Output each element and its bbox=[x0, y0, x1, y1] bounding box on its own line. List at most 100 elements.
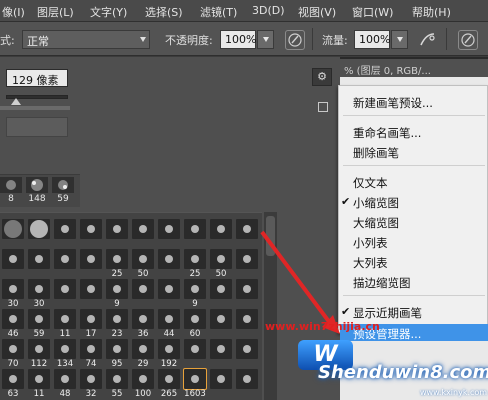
menu-item-text-only[interactable]: 仅文本 bbox=[353, 175, 388, 191]
menu-item-large-list[interactable]: 大列表 bbox=[353, 255, 388, 271]
brush-preset-thumb[interactable] bbox=[28, 249, 50, 269]
brush-preset-thumb[interactable] bbox=[54, 309, 76, 329]
brush-preset-thumb[interactable] bbox=[80, 309, 102, 329]
brush-preset-thumb[interactable] bbox=[236, 249, 258, 269]
menu-help[interactable]: 帮助(H) bbox=[412, 4, 451, 20]
brush-tip-icon bbox=[191, 225, 199, 233]
brush-preset-thumb[interactable] bbox=[2, 309, 24, 329]
menu-item-show-recent-brushes[interactable]: 显示近期画笔 bbox=[353, 305, 422, 321]
brush-preset-thumb[interactable] bbox=[184, 249, 206, 269]
brush-preset-thumb[interactable] bbox=[184, 279, 206, 299]
brush-preset-thumb[interactable] bbox=[2, 279, 24, 299]
hardness-field[interactable] bbox=[6, 117, 68, 137]
brush-preset-thumb[interactable] bbox=[210, 309, 232, 329]
brush-preset-thumb[interactable] bbox=[106, 249, 128, 269]
menu-item-rename-brush[interactable]: 重命名画笔... bbox=[353, 125, 421, 141]
brush-preset-thumb[interactable] bbox=[80, 339, 102, 359]
brush-preset-thumb[interactable] bbox=[158, 249, 180, 269]
brush-preset-thumb[interactable] bbox=[236, 279, 258, 299]
menu-item-large-thumbnail[interactable]: 大缩览图 bbox=[353, 215, 399, 231]
menu-window[interactable]: 窗口(W) bbox=[352, 4, 393, 20]
brush-preset-thumb[interactable] bbox=[54, 219, 76, 239]
flow-dropdown-button[interactable] bbox=[391, 30, 408, 49]
brush-preset-thumb[interactable] bbox=[132, 309, 154, 329]
brush-preset-thumb[interactable] bbox=[132, 279, 154, 299]
brush-preset-thumb[interactable] bbox=[132, 219, 154, 239]
brush-preset-thumb[interactable] bbox=[2, 339, 24, 359]
airbrush-icon[interactable] bbox=[418, 30, 438, 50]
brush-size-field[interactable]: 129 像素 bbox=[6, 69, 68, 87]
brush-preset-thumb[interactable] bbox=[28, 339, 50, 359]
brush-preset-thumb[interactable] bbox=[80, 219, 102, 239]
brush-preset-thumb[interactable] bbox=[106, 339, 128, 359]
brush-preset-thumb[interactable] bbox=[236, 309, 258, 329]
brush-preset-thumb[interactable] bbox=[80, 279, 102, 299]
menu-filter[interactable]: 滤镜(T) bbox=[200, 4, 237, 20]
brush-preset-thumb[interactable] bbox=[2, 369, 24, 389]
menu-type[interactable]: 文字(Y) bbox=[90, 4, 127, 20]
flow-field[interactable]: 100% bbox=[354, 30, 390, 49]
recent-brush-thumb[interactable] bbox=[52, 177, 74, 193]
opacity-field[interactable]: 100% bbox=[220, 30, 256, 49]
brush-preset-thumb[interactable] bbox=[28, 369, 50, 389]
recent-brush-thumb[interactable] bbox=[26, 177, 48, 193]
brush-preset-thumb[interactable] bbox=[80, 249, 102, 269]
brush-preset-thumb[interactable] bbox=[2, 249, 24, 269]
brush-tip-icon bbox=[217, 285, 225, 293]
brush-preset-thumb[interactable] bbox=[158, 369, 180, 389]
brush-preset-thumb[interactable] bbox=[184, 219, 206, 239]
brush-preset-thumb[interactable] bbox=[158, 309, 180, 329]
menu-image[interactable]: 像(I) bbox=[2, 4, 25, 20]
brush-preset-thumb[interactable] bbox=[106, 369, 128, 389]
brush-preset-thumb[interactable] bbox=[210, 339, 232, 359]
brush-preset-thumb[interactable] bbox=[132, 369, 154, 389]
brush-preset-thumb[interactable] bbox=[80, 369, 102, 389]
brush-preset-thumb[interactable] bbox=[54, 249, 76, 269]
brush-preset-thumb[interactable] bbox=[184, 309, 206, 329]
brush-preset-thumb[interactable] bbox=[210, 219, 232, 239]
menu-item-small-list[interactable]: 小列表 bbox=[353, 235, 388, 251]
menu-item-delete-brush[interactable]: 删除画笔 bbox=[353, 145, 399, 161]
menu-3d[interactable]: 3D(D) bbox=[252, 4, 285, 17]
brush-preset-thumb[interactable] bbox=[2, 219, 24, 239]
brush-preset-thumb[interactable] bbox=[54, 279, 76, 299]
size-slider-thumb[interactable] bbox=[11, 98, 21, 105]
brush-grid-scrollbar[interactable] bbox=[264, 212, 277, 400]
brush-preset-thumb[interactable] bbox=[236, 219, 258, 239]
menu-view[interactable]: 视图(V) bbox=[298, 4, 336, 20]
brush-preset-thumb[interactable] bbox=[106, 219, 128, 239]
brush-preset-thumb[interactable] bbox=[183, 368, 207, 390]
menu-item-stroke-thumbnail[interactable]: 描边缩览图 bbox=[353, 275, 411, 291]
brush-preset-thumb[interactable] bbox=[54, 369, 76, 389]
brush-preset-thumb[interactable] bbox=[28, 219, 50, 239]
brush-preset-thumb[interactable] bbox=[210, 249, 232, 269]
brush-preset-thumb[interactable] bbox=[106, 279, 128, 299]
brush-preset-thumb[interactable] bbox=[28, 279, 50, 299]
brush-preset-thumb[interactable] bbox=[54, 339, 76, 359]
brush-preset-thumb[interactable] bbox=[236, 339, 258, 359]
menu-item-new-brush-preset[interactable]: 新建画笔预设... bbox=[353, 95, 433, 111]
brush-preset-thumb[interactable] bbox=[28, 309, 50, 329]
mode-select[interactable]: 正常 bbox=[22, 30, 150, 49]
brush-preset-thumb[interactable] bbox=[132, 249, 154, 269]
menu-layer[interactable]: 图层(L) bbox=[37, 4, 74, 20]
brush-preset-thumb[interactable] bbox=[210, 369, 232, 389]
menu-select[interactable]: 选择(S) bbox=[145, 4, 183, 20]
brush-preset-thumb[interactable] bbox=[210, 279, 232, 299]
brush-preset-thumb[interactable] bbox=[106, 309, 128, 329]
brush-preset-thumb[interactable] bbox=[236, 369, 258, 389]
menu-item-small-thumbnail[interactable]: 小缩览图 bbox=[353, 195, 399, 211]
brush-preset-thumb[interactable] bbox=[132, 339, 154, 359]
brush-preset-thumb[interactable] bbox=[158, 219, 180, 239]
recent-brush-thumb[interactable] bbox=[0, 177, 22, 193]
pressure-opacity-icon[interactable] bbox=[285, 30, 305, 50]
scrollbar-thumb[interactable] bbox=[266, 216, 275, 256]
brush-preset-thumb[interactable] bbox=[158, 279, 180, 299]
panel-menu-button[interactable]: ⚙ bbox=[312, 68, 332, 86]
brush-preset-thumb[interactable] bbox=[184, 339, 206, 359]
opacity-dropdown-button[interactable] bbox=[257, 30, 274, 49]
new-preset-icon[interactable] bbox=[318, 102, 328, 112]
document-tab[interactable]: % (图层 0, RGB/... bbox=[340, 59, 488, 77]
brush-preset-thumb[interactable] bbox=[158, 339, 180, 359]
pressure-size-icon[interactable] bbox=[458, 30, 478, 50]
